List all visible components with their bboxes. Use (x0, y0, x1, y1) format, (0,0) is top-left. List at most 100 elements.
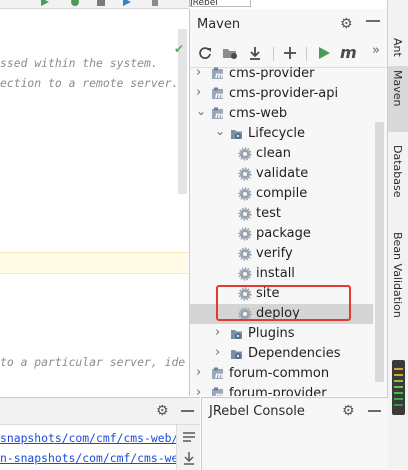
gear-icon[interactable]: ⚙ (342, 403, 355, 419)
maven-tree[interactable]: › m cms-provider › m cms-provider-api ⌄ m cms-we… (190, 67, 373, 396)
tab-maven[interactable]: Maven (388, 66, 408, 132)
reload-icon[interactable] (198, 46, 212, 60)
code-editor[interactable]: ✔ ssed within the system. ection to a re… (0, 9, 188, 396)
maven-module-icon: m (212, 367, 223, 380)
scrollbar-thumb[interactable] (375, 122, 384, 382)
maven-title: Maven (197, 17, 241, 32)
tree-item-cms-provider-api[interactable]: › m cms-provider-api (190, 84, 373, 104)
profile-icon[interactable] (122, 0, 132, 7)
maven-panel: Maven ⚙ m » › m cms-provider › m cms-provider (189, 9, 387, 396)
tree-item-label: clean (256, 146, 291, 161)
scroll-to-end-icon[interactable] (182, 451, 196, 465)
tree-item-compile[interactable]: compile (190, 184, 373, 204)
run-icon[interactable] (40, 0, 50, 7)
tree-item-label: cms-web (229, 106, 288, 121)
toolbar-separator (273, 47, 274, 61)
maven-module-icon: m (212, 87, 223, 100)
hide-panel-icon[interactable] (368, 410, 381, 412)
tree-item-cms-provider[interactable]: › m cms-provider (190, 67, 373, 84)
tree-item-package[interactable]: package (190, 224, 373, 244)
gear-icon (238, 247, 252, 261)
console-link[interactable]: snapshots/com/cmf/cms-web/1.0 (0, 431, 199, 445)
svg-text:m: m (215, 371, 223, 380)
folder-gear-icon (231, 330, 242, 339)
chevron-right-icon[interactable]: › (196, 385, 206, 396)
console-link[interactable]: n-snapshots/com/cmf/cms-we (0, 451, 178, 465)
tree-item-forum-provider[interactable]: › m forum-provider (190, 384, 373, 396)
tree-item-install[interactable]: install (190, 264, 373, 284)
gear-icon (238, 167, 252, 181)
right-tool-strip: Ant Maven Database Bean Validation (387, 0, 408, 469)
hide-panel-icon[interactable] (181, 410, 194, 412)
hide-panel-icon[interactable] (366, 20, 380, 22)
tree-item-label: test (256, 206, 281, 221)
maven-module-icon: m (212, 67, 223, 80)
debug-icon[interactable] (70, 0, 80, 7)
tree-item-label: Lifecycle (248, 126, 306, 141)
tree-item-label: forum-common (229, 366, 330, 381)
more-icon[interactable]: » (372, 43, 380, 58)
svg-text:m: m (215, 91, 223, 100)
tree-item-verify[interactable]: verify (190, 244, 373, 264)
gear-icon[interactable]: ⚙ (156, 403, 169, 419)
code-line: ection to a remote server. (0, 76, 179, 90)
tree-item-label: forum-provider (229, 386, 327, 396)
folder-gear-icon (231, 350, 242, 359)
tree-item-cms-web[interactable]: ⌄ m cms-web (190, 104, 373, 124)
maven-module-icon: m (212, 387, 223, 396)
tree-item-test[interactable]: test (190, 204, 373, 224)
coverage-icon[interactable] (96, 0, 106, 7)
deploy-highlight-box (216, 285, 351, 321)
add-maven-project-icon[interactable] (222, 46, 238, 60)
chevron-right-icon[interactable]: › (215, 325, 225, 340)
maven-module-icon: m (212, 107, 223, 120)
gear-icon (238, 227, 252, 241)
tree-item-clean[interactable]: clean (190, 144, 373, 164)
tree-item-label: cms-provider-api (229, 86, 339, 101)
check-icon: ✔ (174, 42, 185, 56)
memory-indicator-icon (392, 360, 405, 415)
chevron-right-icon[interactable]: › (196, 365, 206, 380)
code-line: to a particular server, ide (0, 355, 186, 369)
jrebel-console-panel: JRebel Console ⚙ (201, 397, 388, 470)
tree-item-label: package (256, 226, 311, 241)
run-maven-build-icon[interactable] (317, 46, 331, 60)
gear-icon (238, 187, 252, 201)
tree-item-label: compile (256, 186, 308, 201)
maven-scrollbar[interactable] (375, 67, 384, 396)
folder-gear-icon (231, 130, 242, 139)
code-line: ssed within the system. (0, 56, 158, 70)
tree-item-validate[interactable]: validate (190, 164, 373, 184)
svg-text:m: m (215, 111, 223, 120)
run-config-combo[interactable]: JRebel (189, 0, 251, 7)
svg-text:m: m (215, 391, 223, 396)
chevron-down-icon[interactable]: ⌄ (196, 104, 206, 118)
execute-maven-goal-icon[interactable]: m (340, 43, 357, 62)
add-icon[interactable] (283, 46, 297, 60)
tree-item-dependencies[interactable]: › Dependencies (190, 344, 373, 364)
chevron-right-icon[interactable]: › (215, 345, 225, 360)
gear-icon (238, 147, 252, 161)
run-console-panel: ⚙ snapshots/com/cmf/cms-web/1.0 n-snapsh… (0, 397, 200, 470)
tree-item-label: Plugins (248, 326, 295, 341)
tab-ant[interactable]: Ant (388, 34, 408, 60)
maven-toolbar: m » (190, 41, 387, 68)
main-toolbar (0, 0, 189, 9)
tree-item-label: Dependencies (248, 346, 341, 361)
chevron-right-icon[interactable]: › (196, 85, 206, 100)
build-icon[interactable] (150, 0, 160, 7)
current-line-highlight (0, 252, 188, 274)
maven-header: Maven ⚙ (190, 9, 387, 41)
tree-item-plugins[interactable]: › Plugins (190, 324, 373, 344)
soft-wrap-icon[interactable] (182, 431, 196, 443)
tab-bean-validation[interactable]: Bean Validation (388, 232, 408, 332)
tree-item-label: install (256, 266, 295, 281)
gear-icon[interactable]: ⚙ (340, 16, 353, 32)
chevron-right-icon[interactable]: › (196, 67, 206, 80)
download-icon[interactable] (248, 46, 262, 60)
tree-item-lifecycle[interactable]: ⌄ Lifecycle (190, 124, 373, 144)
tree-item-forum-common[interactable]: › m forum-common (190, 364, 373, 384)
chevron-down-icon[interactable]: ⌄ (215, 124, 225, 138)
tab-database[interactable]: Database (388, 145, 408, 215)
svg-text:m: m (215, 71, 223, 80)
